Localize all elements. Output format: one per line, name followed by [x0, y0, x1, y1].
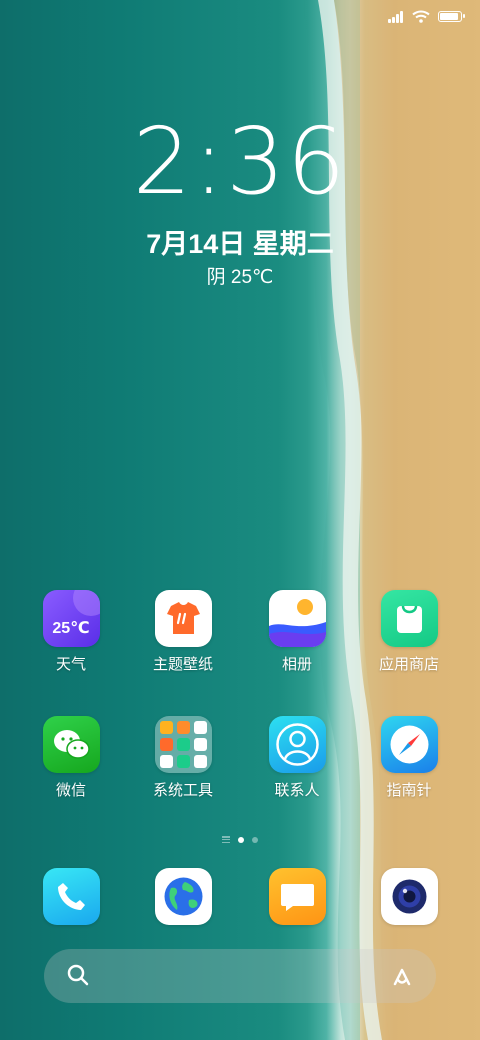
app-contacts[interactable]: 联系人: [242, 716, 352, 800]
app-theme-wallpaper[interactable]: 主题壁纸: [128, 590, 238, 674]
app-label: 天气: [55, 656, 86, 673]
app-folder-system-tools[interactable]: 系统工具: [128, 716, 238, 800]
browser-globe-icon: [154, 868, 212, 925]
gallery-icon: [268, 590, 326, 647]
weather-icon: 25℃: [42, 590, 100, 647]
page-dot-2: [252, 836, 258, 843]
contacts-icon: [268, 716, 326, 773]
app-store-bag-icon: [380, 590, 438, 647]
search-bar[interactable]: [44, 949, 436, 1003]
feed-page-icon: [222, 836, 230, 843]
theme-tshirt-icon: [154, 590, 212, 647]
date-text[interactable]: 7月14日 星期二: [0, 222, 480, 261]
app-gallery[interactable]: 相册: [242, 590, 352, 674]
app-label: 相册: [281, 656, 312, 673]
app-weather[interactable]: 25℃ 天气: [16, 590, 126, 674]
dock-phone[interactable]: [16, 868, 126, 925]
battery-level: [440, 13, 458, 20]
dock-messages[interactable]: [242, 868, 352, 925]
app-label: 主题壁纸: [152, 656, 213, 673]
app-store[interactable]: 应用商店: [354, 590, 464, 674]
dock-camera[interactable]: [354, 868, 464, 925]
messages-icon: [268, 868, 326, 925]
wechat-icon: [42, 716, 100, 773]
app-wechat[interactable]: 微信: [16, 716, 126, 800]
camera-icon: [380, 868, 438, 925]
weather-text[interactable]: 阴 25℃: [0, 262, 480, 289]
app-label: 应用商店: [378, 656, 439, 673]
status-bar: [388, 10, 465, 23]
page-indicator[interactable]: [0, 836, 480, 843]
wifi-icon: [412, 10, 430, 23]
compass-icon: [380, 716, 438, 773]
app-label: 指南针: [386, 782, 432, 799]
page-dot-1: [238, 836, 244, 843]
search-icon[interactable]: [66, 963, 90, 987]
dock-browser[interactable]: [128, 868, 238, 925]
home-screen: 2:36 7月14日 星期二 阴 25℃ 25℃ 天气 主题壁纸 相册 应用商店…: [0, 0, 480, 1040]
phone-icon: [42, 868, 100, 925]
assistant-icon[interactable]: [388, 962, 416, 990]
clock-time[interactable]: 2:36: [0, 108, 480, 215]
app-label: 微信: [55, 782, 86, 799]
weather-badge: 25℃: [52, 620, 90, 637]
app-compass[interactable]: 指南针: [354, 716, 464, 800]
folder-icon: [154, 716, 212, 773]
cell-signal-icon: [388, 10, 404, 23]
app-label: 系统工具: [152, 782, 213, 799]
battery-icon: [438, 11, 465, 22]
app-label: 联系人: [274, 782, 320, 799]
